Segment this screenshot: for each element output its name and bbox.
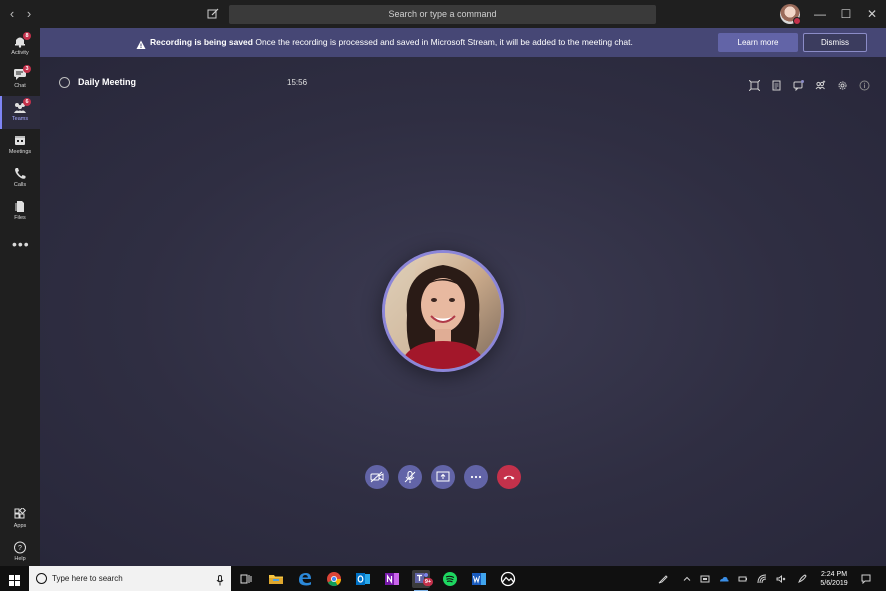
rail-label: Chat [14, 83, 26, 89]
windows-taskbar: Type here to search 9+ 2:24 PM 5/6/2019 [0, 566, 886, 591]
meeting-duration: 15:56 [287, 78, 308, 87]
teams-badge: 6 [23, 98, 31, 106]
share-icon [436, 471, 450, 482]
rail-item-calls[interactable]: Calls [0, 162, 40, 195]
meeting-notes-icon[interactable] [771, 78, 782, 91]
close-button[interactable]: ✕ [865, 6, 879, 22]
rail-label: Activity [11, 50, 29, 56]
device-icon[interactable] [700, 574, 710, 584]
action-center-icon[interactable] [861, 574, 871, 585]
windows-start-icon[interactable] [9, 573, 20, 586]
microphone-icon[interactable] [216, 573, 224, 586]
teams-icon: 6 [13, 98, 31, 114]
file-icon [13, 200, 27, 213]
video-off-icon [370, 471, 384, 483]
rail-label: Files [14, 215, 26, 221]
info-icon[interactable] [859, 78, 870, 91]
dismiss-button[interactable]: Dismiss [803, 33, 867, 52]
app-rail: 8 Activity 3 Chat 6 Teams Meetings Calls… [0, 28, 40, 566]
banner-message: Recording is being saved Once the record… [150, 37, 633, 47]
rail-item-help[interactable]: ? Help [0, 536, 40, 569]
wifi-icon[interactable] [757, 574, 767, 584]
apps-icon [13, 506, 27, 521]
rail-item-meetings[interactable]: Meetings [0, 129, 40, 162]
clock-time: 2:24 PM [820, 571, 848, 578]
activity-badge: 8 [23, 32, 31, 40]
rail-label: Meetings [8, 149, 32, 155]
title-bar: ‹ › Search or type a command — ☐ ✕ [0, 0, 886, 28]
minimize-button[interactable]: — [813, 6, 827, 22]
rail-label: Apps [13, 523, 27, 529]
mic-off-icon [404, 471, 416, 483]
meeting-stage: Daily Meeting 15:56 [40, 57, 886, 566]
onenote-icon[interactable] [383, 570, 401, 588]
meeting-chat-icon[interactable] [793, 78, 804, 92]
rail-label: Calls [13, 182, 27, 188]
volume-muted-icon[interactable] [776, 574, 786, 584]
presence-status-icon [793, 17, 801, 25]
cortana-icon [36, 573, 47, 584]
rail-item-chat[interactable]: 3 Chat [0, 63, 40, 96]
meeting-title: Daily Meeting [78, 77, 137, 87]
participants-icon[interactable] [815, 78, 826, 90]
taskbar-search-placeholder: Type here to search [52, 574, 123, 583]
banner-title: Recording is being saved [150, 37, 253, 47]
rail-item-files[interactable]: Files [0, 195, 40, 228]
pen-workspace-icon[interactable] [658, 574, 668, 584]
warning-icon [136, 37, 146, 49]
teams-taskbar-badge: 9+ [423, 578, 433, 586]
file-explorer-icon[interactable] [267, 570, 285, 588]
ellipsis-icon [470, 475, 482, 479]
chevron-up-icon[interactable] [682, 574, 692, 584]
chat-icon: 3 [13, 65, 31, 81]
system-clock[interactable]: 2:24 PM 5/6/2019 [814, 570, 854, 588]
more-apps-button[interactable]: ••• [12, 236, 30, 252]
battery-icon[interactable] [738, 574, 748, 584]
taskbar-search-box[interactable]: Type here to search [29, 566, 231, 591]
edge-icon[interactable] [296, 570, 314, 588]
learn-more-button[interactable]: Learn more [718, 33, 798, 52]
hang-up-icon [503, 475, 515, 480]
forward-button[interactable]: › [22, 6, 36, 22]
rail-item-teams[interactable]: 6 Teams [0, 96, 40, 129]
participant-avatar [382, 250, 504, 372]
phone-icon [13, 167, 27, 180]
compose-icon[interactable] [206, 7, 220, 21]
bell-icon: 8 [13, 32, 31, 48]
task-view-icon[interactable] [237, 570, 255, 588]
calendar-icon [13, 134, 27, 147]
fullscreen-icon[interactable] [748, 78, 761, 92]
svg-text:?: ? [18, 545, 22, 552]
camera-off-button[interactable] [365, 465, 389, 489]
profile-avatar[interactable] [780, 4, 801, 25]
meeting-icon [59, 77, 70, 88]
back-button[interactable]: ‹ [5, 6, 19, 22]
recording-banner: Recording is being saved Once the record… [40, 28, 886, 57]
help-icon: ? [13, 541, 27, 554]
maximize-button[interactable]: ☐ [839, 6, 853, 22]
banner-body: Once the recording is processed and save… [252, 37, 633, 47]
more-actions-button[interactable] [464, 465, 488, 489]
spotify-icon[interactable] [441, 570, 459, 588]
onedrive-icon[interactable] [719, 574, 729, 584]
clock-date: 5/6/2019 [820, 580, 848, 587]
command-search-input[interactable]: Search or type a command [229, 5, 656, 24]
outlook-icon[interactable] [354, 570, 372, 588]
photos-app-icon[interactable] [499, 570, 517, 588]
ink-icon[interactable] [797, 574, 807, 584]
rail-item-apps[interactable]: Apps [0, 503, 40, 536]
chat-badge: 3 [23, 65, 31, 73]
hang-up-button[interactable] [497, 465, 521, 489]
share-screen-button[interactable] [431, 465, 455, 489]
mute-button[interactable] [398, 465, 422, 489]
rail-label: Help [14, 556, 26, 562]
teams-taskbar-icon[interactable]: 9+ [412, 570, 433, 591]
rail-label: Teams [11, 116, 29, 122]
word-icon[interactable] [470, 570, 488, 588]
chrome-icon[interactable] [325, 570, 343, 588]
settings-gear-icon[interactable] [837, 78, 848, 90]
rail-item-activity[interactable]: 8 Activity [0, 30, 40, 63]
